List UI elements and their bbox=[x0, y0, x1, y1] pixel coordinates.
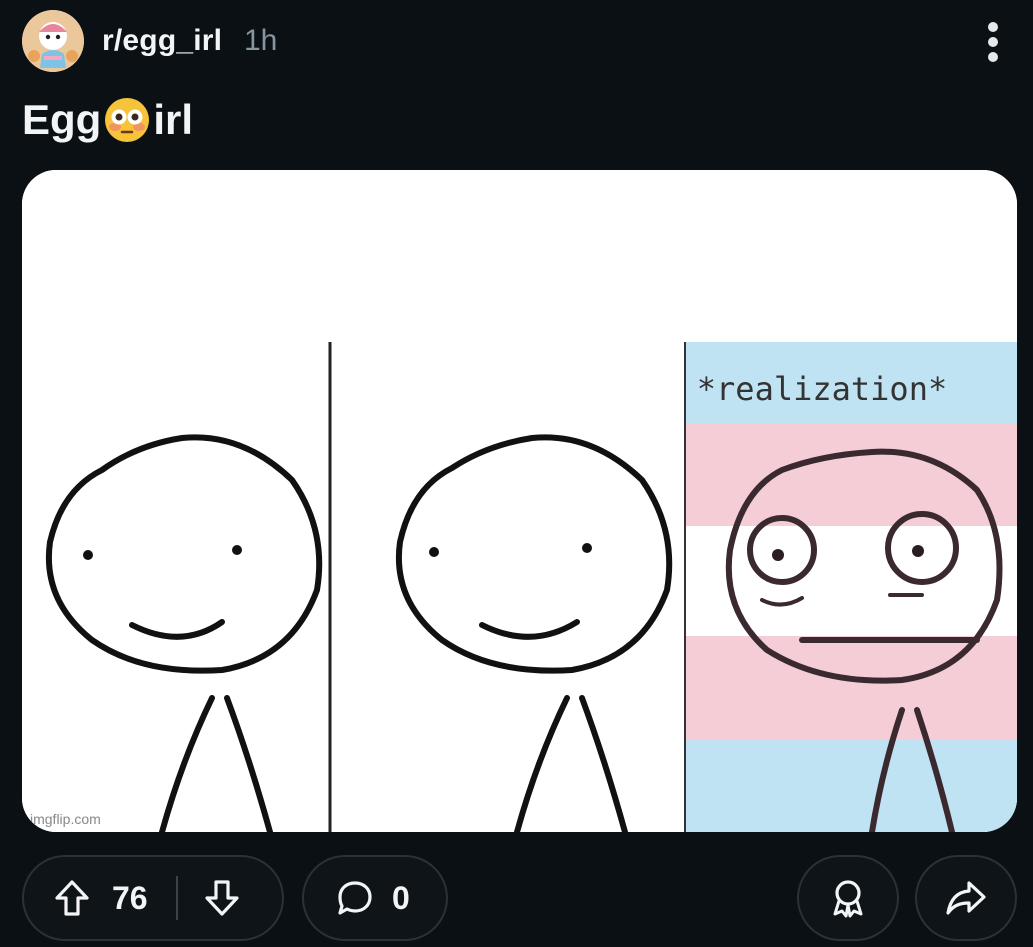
more-vertical-icon bbox=[988, 22, 998, 32]
share-icon bbox=[946, 881, 986, 915]
meme-caption: *realization* bbox=[697, 370, 947, 408]
vote-divider bbox=[175, 876, 178, 920]
comment-count: 0 bbox=[392, 879, 410, 916]
trans-flag-panel bbox=[685, 342, 1017, 832]
post-title-part1: Egg bbox=[22, 96, 102, 143]
upvote-count: 76 bbox=[112, 879, 148, 916]
comments-button[interactable]: 0 bbox=[302, 855, 448, 941]
post-age: 1h bbox=[244, 24, 278, 57]
more-dot bbox=[988, 52, 998, 62]
vote-pill: 76 bbox=[22, 855, 284, 941]
flushed-face-emoji-icon bbox=[103, 96, 151, 144]
comment-bubble-icon bbox=[336, 879, 374, 917]
downvote-button[interactable] bbox=[204, 878, 240, 918]
award-button[interactable] bbox=[797, 855, 899, 941]
more-options-button[interactable] bbox=[975, 18, 1011, 66]
post-title-part2: irl bbox=[153, 96, 194, 143]
arrow-up-icon bbox=[55, 880, 89, 916]
post-title[interactable]: Egg irl bbox=[22, 96, 193, 144]
more-dot bbox=[988, 37, 998, 47]
subreddit-avatar[interactable] bbox=[22, 10, 84, 72]
upvote-button[interactable] bbox=[54, 878, 90, 918]
post-image[interactable]: *realization* imgflip.com bbox=[22, 170, 1017, 832]
watermark: imgflip.com bbox=[30, 811, 101, 827]
arrow-down-icon bbox=[204, 880, 239, 916]
share-button[interactable] bbox=[915, 855, 1017, 941]
subreddit-name[interactable]: r/egg_irl bbox=[102, 24, 222, 58]
action-bar: 76 0 bbox=[22, 855, 1017, 941]
post-header: r/egg_irl 1h bbox=[22, 10, 1011, 72]
award-icon bbox=[833, 880, 863, 918]
